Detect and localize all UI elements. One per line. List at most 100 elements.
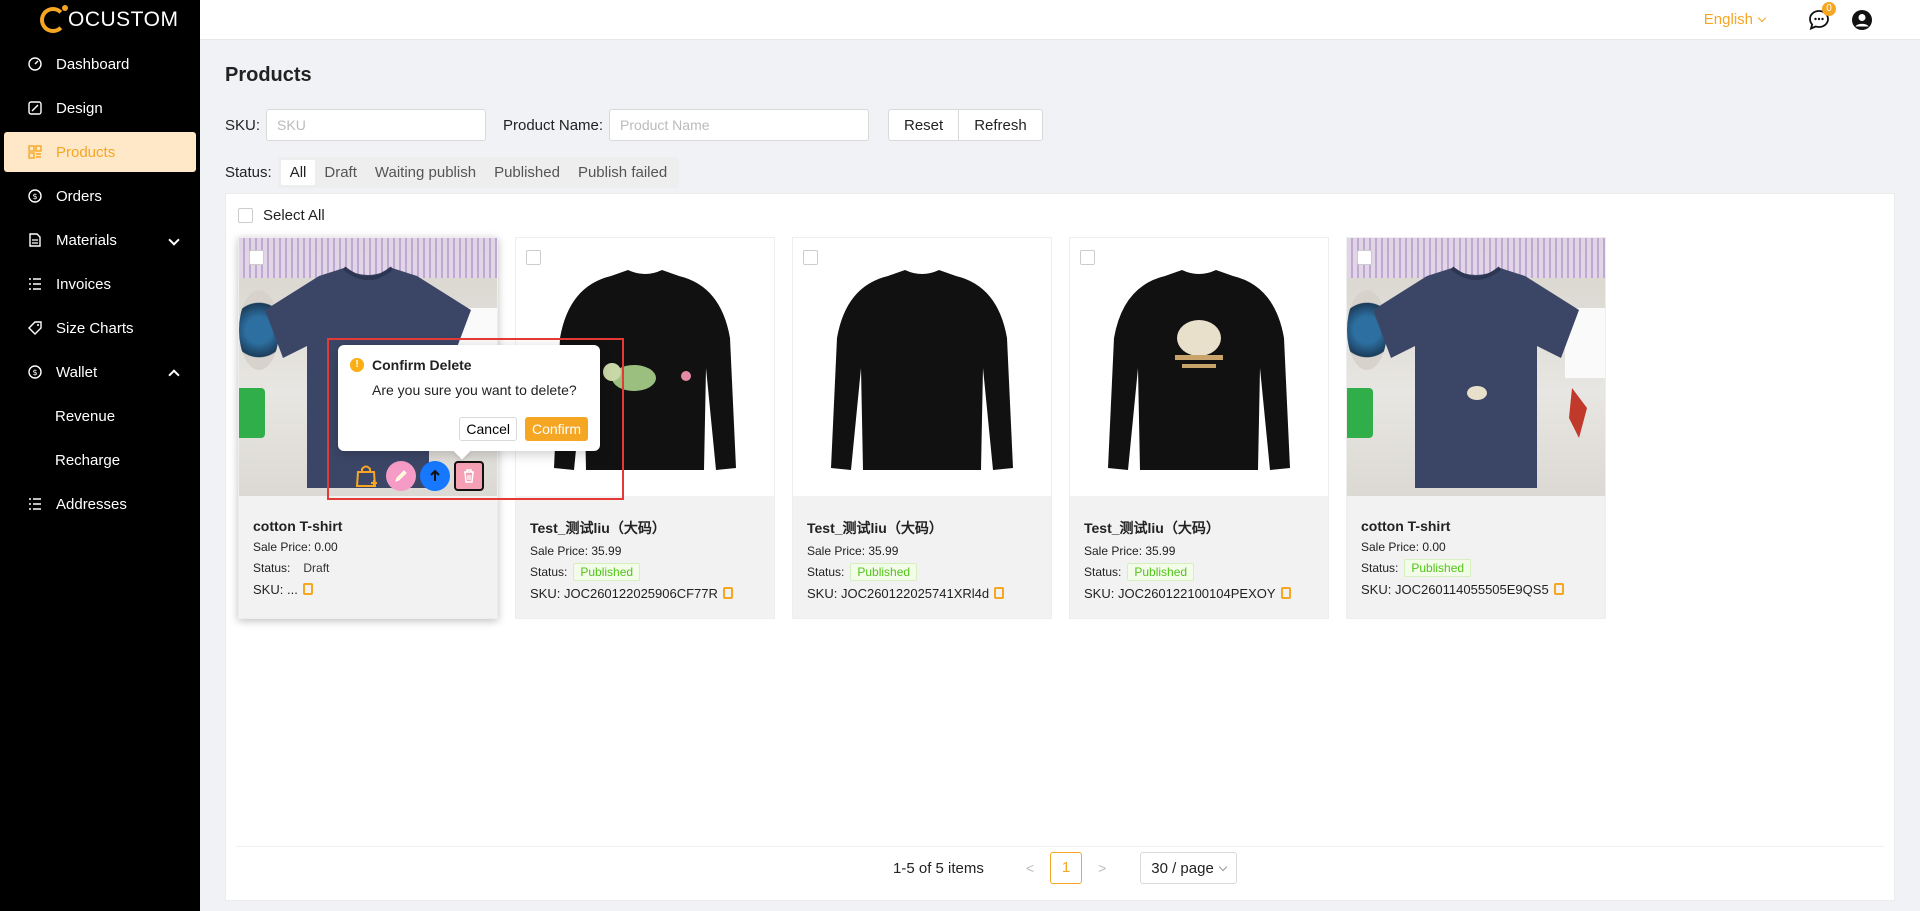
user-menu-button[interactable]	[1851, 9, 1873, 31]
chevron-up-icon[interactable]	[168, 369, 180, 381]
product-status: Status: Draft	[253, 559, 483, 577]
sidebar-item-label: Dashboard	[56, 55, 130, 73]
product-info: cotton T-shirt Sale Price: 0.00 Status: D…	[239, 496, 497, 618]
copy-icon[interactable]	[1553, 583, 1564, 595]
navy-tshirt-image	[1373, 266, 1587, 488]
sidebar-item-wallet[interactable]: $ Wallet	[4, 352, 196, 392]
status-badge: Published	[850, 563, 918, 581]
copy-icon[interactable]	[302, 583, 313, 595]
logo-text: OCUSTOM	[68, 8, 179, 31]
status-filter: Status: All Draft Waiting publish Publis…	[225, 157, 680, 188]
product-checkbox[interactable]	[803, 250, 818, 265]
product-name: cotton T-shirt	[253, 518, 343, 534]
select-all-checkbox[interactable]	[238, 208, 253, 223]
product-name-input[interactable]	[609, 109, 870, 141]
cancel-button[interactable]: Cancel	[459, 417, 517, 441]
publish-button[interactable]	[420, 461, 450, 491]
status-option-published[interactable]: Published	[485, 160, 569, 185]
product-sku: SKU: JOC260122025741XRl4d	[807, 586, 1037, 601]
sidebar-item-products[interactable]: Products	[4, 132, 196, 172]
product-image[interactable]	[1070, 238, 1328, 496]
status-option-waiting-publish[interactable]: Waiting publish	[366, 160, 485, 185]
copy-icon[interactable]	[1280, 587, 1291, 599]
page-size-select[interactable]: 30 / page	[1140, 852, 1237, 884]
products-icon	[28, 145, 42, 159]
product-price: Sale Price: 0.00	[1361, 540, 1446, 554]
materials-icon	[28, 233, 42, 247]
product-image[interactable]	[1347, 238, 1605, 496]
sidebar-item-label: Materials	[56, 231, 117, 249]
sidebar-item-size-charts[interactable]: Size Charts	[4, 308, 196, 348]
product-card[interactable]: Test_测试liu（大码） Sale Price: 35.99 Status:…	[792, 237, 1052, 619]
status-segmented-control: All Draft Waiting publish Published Publ…	[277, 157, 680, 188]
product-sku: SKU: JOC260122025906CF77R	[530, 586, 760, 601]
products-panel: Select All cotton T-shirt Sale Price: 0.…	[225, 193, 1895, 901]
sidebar-item-dashboard[interactable]: Dashboard	[4, 44, 196, 84]
sidebar-item-addresses[interactable]: Addresses	[4, 484, 196, 524]
upload-arrow-icon	[430, 469, 440, 481]
sidebar-item-label: Invoices	[56, 275, 112, 293]
product-checkbox[interactable]	[526, 250, 541, 265]
sidebar: OCUSTOM Dashboard Design Products $ Orde…	[0, 0, 200, 911]
copy-icon[interactable]	[722, 587, 733, 599]
sidebar-item-orders[interactable]: $ Orders	[4, 176, 196, 216]
product-sku: SKU: JOC260122100104PEXOY	[1084, 586, 1314, 601]
select-all[interactable]: Select All	[238, 207, 325, 224]
logo-icon	[40, 5, 68, 33]
status-badge: Published	[573, 563, 641, 581]
product-name: Test_测试liu（大码）	[1084, 520, 1220, 536]
product-name: cotton T-shirt	[1361, 518, 1451, 534]
reset-button[interactable]: Reset	[888, 109, 960, 141]
language-selector[interactable]: English	[1704, 11, 1767, 28]
product-card[interactable]: Test_测试liu（大码） Sale Price: 35.99 Status:…	[1069, 237, 1329, 619]
sidebar-item-label: Orders	[56, 187, 102, 205]
product-name-label: Product Name:	[503, 116, 604, 134]
chevron-down-icon	[1757, 13, 1767, 23]
product-status: Status: Published	[530, 563, 760, 581]
product-image[interactable]	[793, 238, 1051, 496]
shop-bag-button[interactable]	[352, 461, 382, 491]
delete-button[interactable]	[454, 461, 484, 491]
refresh-button[interactable]: Refresh	[959, 109, 1043, 141]
status-badge: Published	[1127, 563, 1195, 581]
logo[interactable]: OCUSTOM	[0, 0, 200, 40]
product-checkbox[interactable]	[249, 250, 264, 265]
product-status: Status: Published	[1084, 563, 1314, 581]
product-info: Test_测试liu（大码） Sale Price: 35.99 Status:…	[793, 496, 1051, 618]
message-count-badge: 0	[1822, 2, 1836, 16]
sidebar-item-invoices[interactable]: Invoices	[4, 264, 196, 304]
status-option-publish-failed[interactable]: Publish failed	[569, 160, 676, 185]
sidebar-item-label: Design	[56, 99, 103, 117]
confirm-button[interactable]: Confirm	[524, 417, 588, 441]
product-status: Status: Published	[807, 563, 1037, 581]
product-status: Status: Published	[1361, 559, 1591, 577]
product-card[interactable]: cotton T-shirt Sale Price: 0.00 Status: P…	[1346, 237, 1606, 619]
chevron-down-icon	[1218, 862, 1228, 871]
shopping-bag-icon	[355, 465, 377, 487]
warning-icon: !	[350, 358, 364, 372]
sidebar-item-revenue[interactable]: Revenue	[4, 396, 196, 436]
black-sweatshirt-image	[1108, 270, 1290, 470]
status-option-all[interactable]: All	[280, 160, 316, 185]
page-number-button[interactable]: 1	[1050, 852, 1083, 884]
top-header: English 0	[200, 0, 1920, 40]
messages-button[interactable]: 0	[1808, 2, 1836, 31]
status-option-draft[interactable]: Draft	[315, 160, 366, 185]
product-checkbox[interactable]	[1080, 250, 1095, 265]
next-page-icon[interactable]: >	[1098, 860, 1106, 876]
edit-button[interactable]	[386, 461, 416, 491]
confirm-delete-popover: ! Confirm Delete Are you sure you want t…	[338, 345, 600, 451]
sku-input[interactable]	[266, 109, 487, 141]
chevron-down-icon[interactable]	[168, 234, 180, 246]
product-checkbox[interactable]	[1357, 250, 1372, 265]
sidebar-item-materials[interactable]: Materials	[4, 220, 196, 260]
product-price: Sale Price: 0.00	[253, 540, 338, 554]
prev-page-icon[interactable]: <	[1026, 860, 1034, 876]
popover-description: Are you sure you want to delete?	[372, 382, 577, 398]
product-info: Test_测试liu（大码） Sale Price: 35.99 Status:…	[1070, 496, 1328, 618]
product-price: Sale Price: 35.99	[1084, 544, 1176, 558]
copy-icon[interactable]	[994, 587, 1005, 599]
sidebar-item-recharge[interactable]: Recharge	[4, 440, 196, 480]
popover-title: ! Confirm Delete	[350, 357, 588, 373]
sidebar-item-design[interactable]: Design	[4, 88, 196, 128]
